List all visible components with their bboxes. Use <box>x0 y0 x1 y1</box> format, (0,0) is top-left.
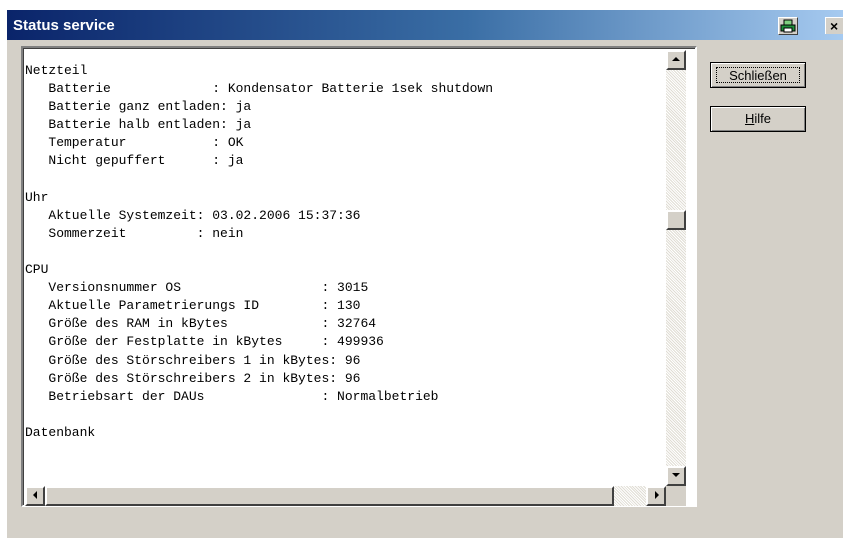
scroll-up-button[interactable] <box>666 50 686 70</box>
status-line: Größe des RAM in kBytes : 32764 <box>25 316 377 332</box>
arrow-left-icon <box>33 491 37 499</box>
close-button-label: Schließen <box>716 67 800 83</box>
status-line: Batterie : Kondensator Batterie 1sek shu… <box>25 81 494 97</box>
title-bar[interactable]: Status service × <box>7 10 843 40</box>
close-button[interactable]: Schließen <box>710 62 806 88</box>
status-line: Größe des Störschreibers 1 in kBytes: 96 <box>25 352 361 368</box>
status-line: Betriebsart der DAUs : Normalbetrieb <box>25 388 439 404</box>
help-button-label: Hilfe <box>745 111 771 126</box>
print-button[interactable] <box>778 17 798 35</box>
help-rest: ilfe <box>754 111 771 126</box>
status-window: Status service × Netzteil Batterie : Kon… <box>7 10 843 538</box>
printer-icon <box>780 19 796 33</box>
horizontal-scrollbar[interactable] <box>25 486 666 506</box>
status-line: Aktuelle Parametrierungs ID : 130 <box>25 298 361 314</box>
section-header: Datenbank <box>25 424 96 440</box>
help-button[interactable]: Hilfe <box>710 106 806 132</box>
status-text-panel[interactable]: Netzteil Batterie : Kondensator Batterie… <box>21 46 697 507</box>
help-accel: H <box>744 111 755 126</box>
arrow-down-icon <box>672 473 680 477</box>
close-icon: × <box>830 18 839 34</box>
arrow-right-icon <box>655 491 659 499</box>
section-header: Uhr <box>25 189 49 205</box>
status-line: Versionsnummer OS : 3015 <box>25 280 369 296</box>
close-window-button[interactable]: × <box>825 17 843 34</box>
status-line: Größe der Festplatte in kBytes : 499936 <box>25 334 384 350</box>
arrow-up-icon <box>672 57 680 61</box>
section-header: CPU <box>25 262 49 278</box>
vertical-scrollbar[interactable] <box>666 50 686 486</box>
status-line: Batterie halb entladen: ja <box>25 117 252 133</box>
window-title: Status service <box>13 17 115 34</box>
horizontal-scroll-thumb[interactable] <box>45 486 614 506</box>
scroll-right-button[interactable] <box>646 486 666 506</box>
status-line: Batterie ganz entladen: ja <box>25 99 252 115</box>
scrollbar-corner <box>666 486 686 506</box>
status-text: Netzteil Batterie : Kondensator Batterie… <box>25 62 665 487</box>
scroll-down-button[interactable] <box>666 466 686 486</box>
vertical-scroll-thumb[interactable] <box>666 210 686 230</box>
status-line: Aktuelle Systemzeit: 03.02.2006 15:37:36 <box>25 207 361 223</box>
status-line: Nicht gepuffert : ja <box>25 153 244 169</box>
status-line: Temperatur : OK <box>25 135 244 151</box>
status-line: Größe des Störschreibers 2 in kBytes: 96 <box>25 370 361 386</box>
status-line: Sommerzeit : nein <box>25 225 244 241</box>
section-header: Netzteil <box>25 63 88 78</box>
scroll-left-button[interactable] <box>25 486 45 506</box>
